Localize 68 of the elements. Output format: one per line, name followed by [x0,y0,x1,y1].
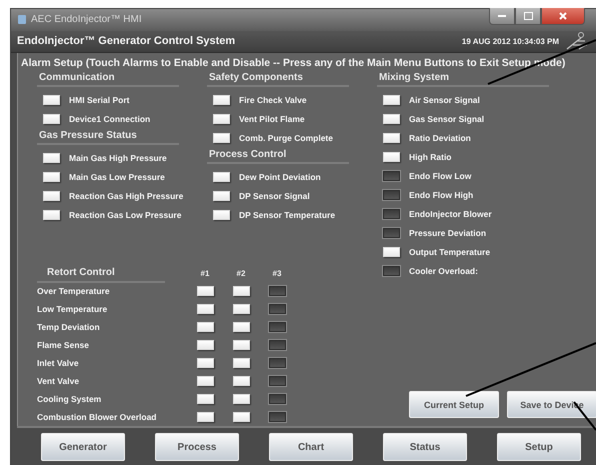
maximize-icon [524,12,532,20]
action-button[interactable]: Current Setup [409,391,499,418]
section-heading: Process Control [207,147,349,164]
alarm-label: Inlet Valve [37,358,80,368]
alarm-label: Gas Sensor Signal [409,114,484,124]
alarm-toggle[interactable] [383,266,400,276]
alarm-label: High Ratio [409,152,452,162]
alarm-label: Combustion Blower Overload [37,412,158,422]
nav-button[interactable]: Process [155,433,239,461]
alarm-label: Flame Sense [37,340,90,350]
alarm-label: Reaction Gas High Pressure [69,190,184,200]
alarm-toggle[interactable] [383,170,400,180]
nav-button[interactable]: Generator [41,433,125,461]
alarm-toggle[interactable] [268,304,286,314]
close-icon [559,12,567,20]
alarm-label: HMI Serial Port [69,94,130,104]
alarm-label: Air Sensor Signal [409,94,480,104]
alarm-label: Cooling System [37,394,102,404]
section-heading: Communication [37,70,179,87]
maximize-button[interactable] [515,8,541,26]
close-button[interactable] [541,8,585,26]
alarm-toggle[interactable] [268,376,286,386]
alarm-label: Comb. Purge Complete [239,132,333,142]
section-heading: Gas Pressure Status [37,128,179,145]
alarm-label: Main Gas Low Pressure [69,172,165,182]
section-heading: Safety Components [207,70,349,87]
alarm-toggle[interactable] [268,394,286,404]
alarm-label: Reaction Gas Low Pressure [69,210,182,220]
alarm-toggle[interactable] [383,208,400,218]
alarm-label: DP Sensor Temperature [239,210,336,220]
alarm-toggle[interactable] [268,286,286,296]
alarm-label: Output Temperature [409,246,490,256]
alarm-label: Device1 Connection [69,114,150,124]
alarm-label: Endo Flow Low [409,170,472,180]
section-heading: Mixing System [377,70,549,87]
column-header: #1 [200,268,210,278]
alarm-toggle[interactable] [383,228,400,238]
alarm-label: Over Temperature [37,286,111,296]
alarm-label: DP Sensor Signal [239,190,310,200]
alarm-label: Cooler Overload: [409,266,478,276]
alarm-toggle[interactable] [268,412,286,422]
column-header: #2 [236,268,246,278]
date-time: 19 AUG 2012 10:34:03 PM [462,36,559,46]
window-title: AEC EndoInjector™ HMI [31,14,143,26]
alarm-label: Vent Valve [37,376,80,386]
nav-button[interactable]: Setup [497,433,581,461]
nav-button[interactable]: Chart [269,433,353,461]
alarm-toggle[interactable] [268,358,286,368]
alarm-label: Ratio Deviation [409,132,471,142]
nav-button[interactable]: Status [383,433,467,461]
minimize-button[interactable] [489,8,515,26]
alarm-label: Temp Deviation [37,322,101,332]
minimize-icon [498,14,506,18]
alarm-toggle[interactable] [268,322,286,332]
alarm-label: Low Temperature [37,304,108,314]
alarm-label: Endo Flow High [409,190,474,200]
alarm-toggle[interactable] [383,190,400,200]
system-title: EndoInjector™ Generator Control System [17,35,236,48]
column-header: #3 [272,268,282,278]
alarm-label: Fire Check Valve [239,94,307,104]
alarm-label: Pressure Deviation [409,228,486,238]
alarm-label: Main Gas High Pressure [69,152,167,162]
app-icon [17,14,27,26]
alarm-label: Vent Pilot Flame [239,114,305,124]
alarm-label: EndoInjector Blower [409,208,492,218]
alarm-label: Dew Point Deviation [239,172,321,182]
section-heading: Retort Control [37,263,165,283]
alarm-toggle[interactable] [268,340,286,350]
